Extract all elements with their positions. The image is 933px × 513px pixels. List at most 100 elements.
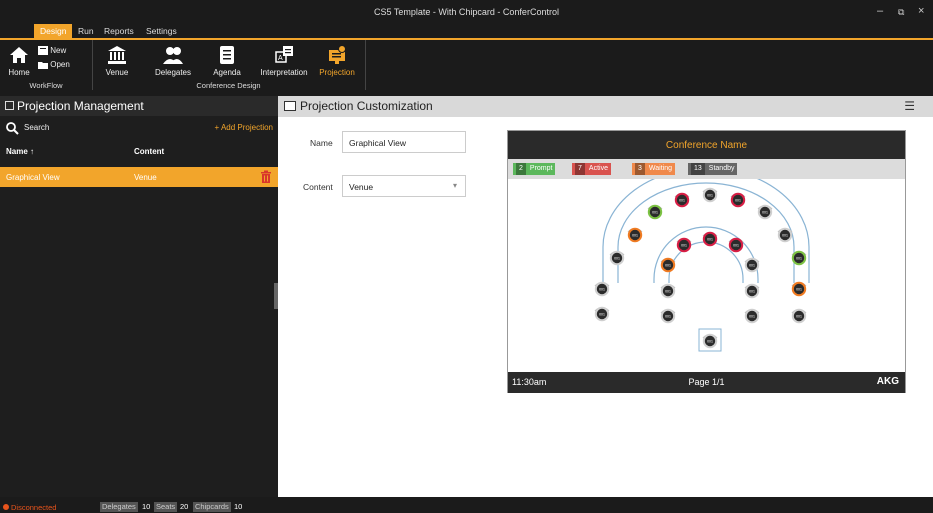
search-bar[interactable]: Search + Add Projection [0, 120, 278, 136]
seat: 001 [594, 281, 610, 297]
conference-name: Conference Name [665, 140, 748, 151]
projection-button[interactable]: Projection [316, 44, 358, 77]
title-bar: CS5 Template - With Chipcard - ConferCon… [0, 0, 933, 24]
legend-prompt: 2 Prompt [513, 163, 556, 175]
row-name: Graphical View [6, 173, 60, 182]
seats-count: 20 [180, 502, 189, 511]
seat-number: 001 [599, 313, 605, 317]
open-button[interactable]: Open [38, 60, 84, 69]
chipcards-badge: Chipcards [193, 502, 231, 512]
group-separator [365, 40, 366, 90]
panel-title: Projection Customization [300, 99, 433, 113]
table-row[interactable]: Graphical View Venue [0, 167, 278, 187]
seat-number: 001 [614, 257, 620, 261]
seat-number: 001 [599, 288, 605, 292]
seat: 001 [728, 237, 744, 253]
tab-settings[interactable]: Settings [140, 24, 183, 38]
search-icon [6, 122, 19, 135]
minimize-icon[interactable]: – [877, 5, 883, 17]
row-content: Venue [134, 173, 157, 182]
tab-reports[interactable]: Reports [98, 24, 140, 38]
tab-run[interactable]: Run [72, 24, 100, 38]
seat-number: 001 [665, 264, 671, 268]
seat: 001 [660, 308, 676, 324]
seat-number: 001 [762, 211, 768, 215]
seat-number: 001 [782, 234, 788, 238]
chipcards-count: 10 [234, 502, 243, 511]
name-value: Graphical View [349, 138, 407, 148]
seats-badge: Seats [154, 502, 178, 512]
seat-number: 001 [796, 315, 802, 319]
trash-icon[interactable] [260, 170, 272, 184]
seat: 001 [757, 204, 773, 220]
new-icon [38, 46, 48, 56]
agenda-button[interactable]: Agenda [210, 44, 244, 77]
app-window: { "window": {"title": "CS5 Template - Wi… [0, 0, 933, 513]
projection-icon [329, 45, 346, 64]
tab-design[interactable]: Design [34, 24, 73, 38]
content-value: Venue [349, 182, 374, 192]
content-select[interactable]: Venue ▾ [342, 175, 466, 197]
add-projection-button[interactable]: + Add Projection [215, 123, 273, 132]
folder-icon [38, 61, 48, 69]
venue-icon [108, 46, 126, 64]
new-button[interactable]: New [38, 46, 84, 56]
venue-button[interactable]: Venue [100, 44, 134, 77]
seat-number: 001 [749, 315, 755, 319]
venue-label: Venue [105, 68, 129, 77]
close-icon[interactable]: × [918, 5, 924, 17]
agenda-icon [220, 46, 234, 64]
seat-number: 001 [749, 290, 755, 294]
seat: 001 [702, 333, 718, 349]
seat-number: 001 [681, 244, 687, 248]
projection-management-panel: Projection Management Search + Add Proje… [0, 96, 278, 497]
column-header-content[interactable]: Content [134, 147, 164, 156]
home-label: Home [8, 68, 30, 77]
seat-number: 001 [796, 257, 802, 261]
interpretation-button[interactable]: A Interpretation [256, 44, 312, 77]
seat: 001 [791, 308, 807, 324]
list-menu-icon[interactable]: ☰ [904, 99, 915, 113]
status-bar: Disconnected Delegates 10 Seats 20 Chipc… [0, 497, 933, 513]
panel-header: Projection Customization ☰ [278, 96, 933, 117]
status-legend: 2 Prompt 7 Active 3 Waiting 13 Standby [508, 159, 905, 179]
seat-number: 001 [796, 288, 802, 292]
seats: 001 001 001 001 001 001 001 001 001 001 001 001 001 0… [594, 187, 807, 352]
panel-icon [284, 101, 296, 111]
seat-number: 001 [679, 199, 685, 203]
delegates-button[interactable]: Delegates [150, 44, 196, 77]
seat-number: 001 [749, 264, 755, 268]
delegates-badge: Delegates [100, 502, 138, 512]
interpretation-label: Interpretation [260, 68, 308, 77]
home-icon [10, 47, 28, 63]
seat: 001 [674, 192, 690, 208]
seat: 001 [627, 227, 643, 243]
home-button[interactable]: Home [6, 44, 32, 77]
seat-number: 001 [665, 315, 671, 319]
seat: 001 [594, 306, 610, 322]
seat: 001 [791, 281, 807, 297]
seat: 001 [730, 192, 746, 208]
new-label: New [50, 46, 67, 55]
name-field[interactable]: Graphical View [342, 131, 466, 153]
search-input[interactable]: Search [24, 123, 49, 132]
page-indicator: Page 1/1 [688, 377, 725, 387]
interpretation-icon: A [275, 46, 293, 63]
seat: 001 [777, 227, 793, 243]
seat-number: 001 [632, 234, 638, 238]
column-header-name[interactable]: Name ↑ [6, 147, 34, 156]
panel-header: Projection Management [0, 96, 278, 116]
legend-standby: 13 Standby [688, 163, 738, 175]
projection-preview: Conference Name 2 Prompt 7 Active 3 Waiting… [507, 130, 906, 393]
seat: 001 [702, 187, 718, 203]
seating-plan: 001 001 001 001 001 001 001 001 001 001 001 001 001 0… [594, 179, 810, 352]
panel-title: Projection Management [17, 99, 144, 113]
projection-label: Projection [319, 68, 355, 77]
seat-number: 001 [652, 211, 658, 215]
seat: 001 [744, 283, 760, 299]
restore-icon[interactable]: ⧉ [898, 7, 904, 18]
seat: 001 [744, 308, 760, 324]
group-label-workflow: WorkFlow [29, 81, 63, 90]
table-header: Name ↑ Content [0, 145, 278, 159]
delegates-label: Delegates [154, 68, 192, 77]
